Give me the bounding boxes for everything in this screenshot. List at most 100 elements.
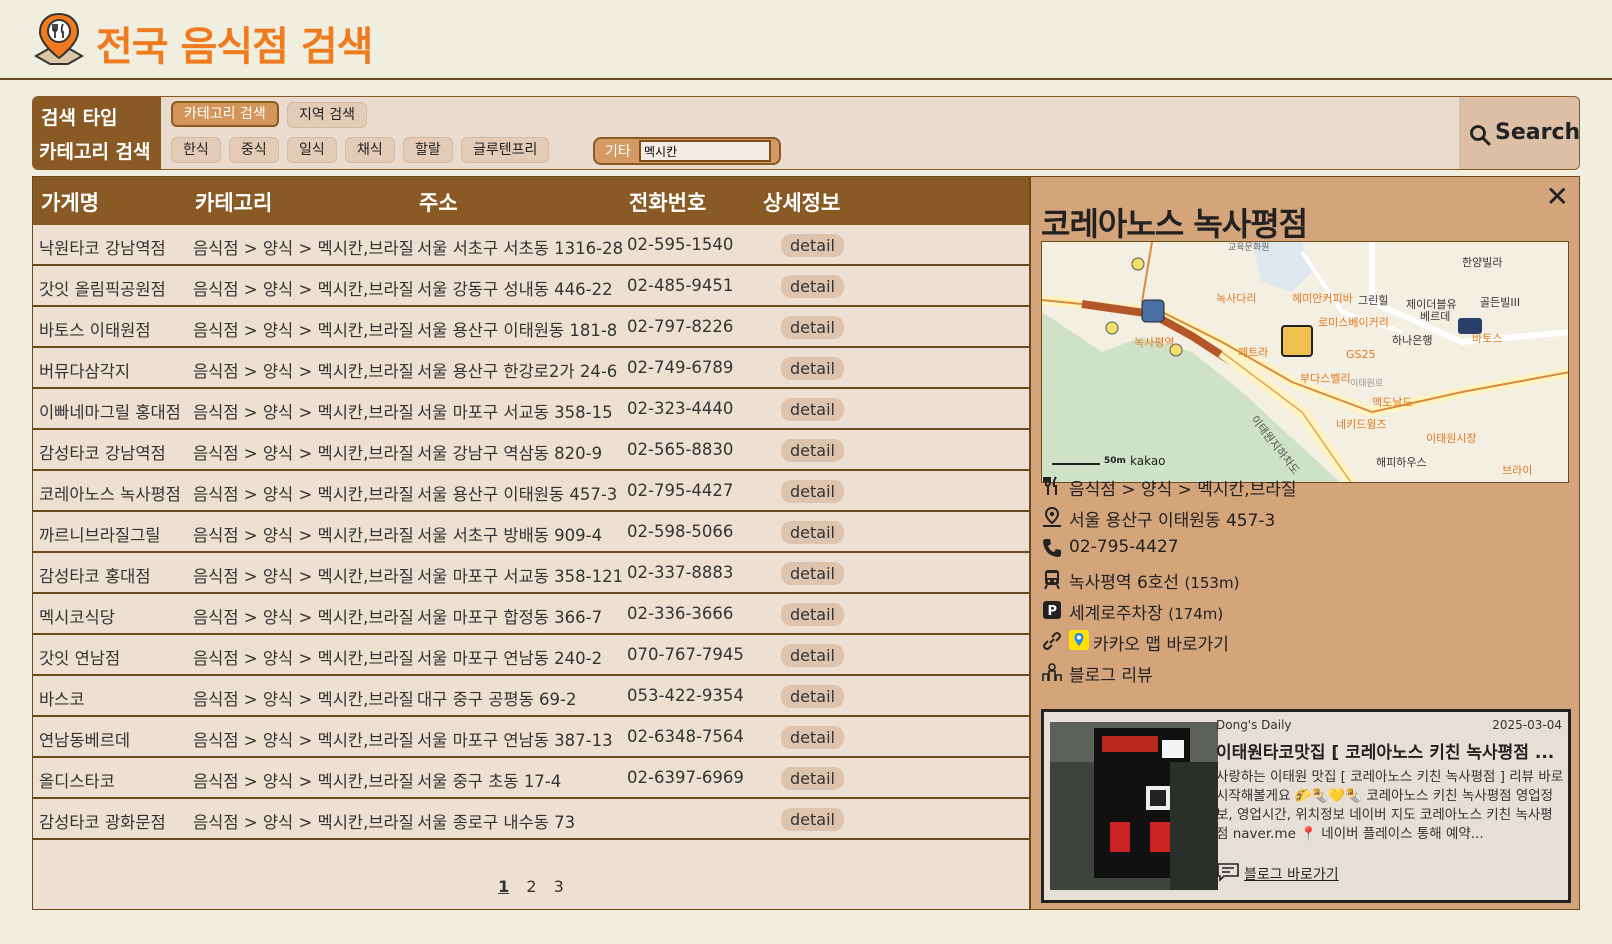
cell-category: 음식점 > 양식 > 멕시칸,브라질 xyxy=(193,362,414,381)
cell-name: 갓잇 연남점 xyxy=(39,649,121,668)
page-link-3[interactable]: 3 xyxy=(554,877,564,896)
parking-icon: P xyxy=(1043,601,1061,619)
page-link-2[interactable]: 2 xyxy=(526,877,536,896)
cell-phone: 053-422-9354 xyxy=(627,686,744,705)
table-row[interactable]: 버뮤다삼각지 음식점 > 양식 > 멕시칸,브라질 서울 용산구 한강로2가 24-… xyxy=(33,348,1029,389)
map-graphic xyxy=(1042,242,1568,482)
tab-category-search[interactable]: 카테고리 검색 xyxy=(171,101,279,127)
table-row[interactable]: 갓잇 연남점 음식점 > 양식 > 멕시칸,브라질 서울 마포구 연남동 240-2… xyxy=(33,635,1029,676)
cell-address: 서울 마포구 서교동 358-15 xyxy=(417,403,613,422)
phone-text: 02-795-4427 xyxy=(1069,537,1179,557)
detail-button[interactable]: detail xyxy=(781,357,844,380)
cell-address: 서울 마포구 서교동 358-121 xyxy=(417,567,624,586)
search-button[interactable]: Search xyxy=(1459,97,1580,169)
cell-phone: 02-749-6789 xyxy=(627,358,734,377)
cell-category: 음식점 > 양식 > 멕시칸,브라질 xyxy=(193,526,414,545)
cell-phone: 02-485-9451 xyxy=(627,276,734,295)
cell-category: 음식점 > 양식 > 멕시칸,브라질 xyxy=(193,280,414,299)
blog-link-icon xyxy=(1217,863,1239,882)
detail-button[interactable]: detail xyxy=(781,603,844,626)
kakao-map[interactable]: 한양빌라 녹사다리 헤미안커피바 그린힐 제이더블유 베르데 골든빌III 로미… xyxy=(1041,241,1569,483)
category-chinese-button[interactable]: 중식 xyxy=(229,137,279,163)
table-row[interactable]: 연남동베르데 음식점 > 양식 > 멕시칸,브라질 서울 마포구 연남동 387-1… xyxy=(33,717,1029,758)
table-row[interactable]: 코레아노스 녹사평점 음식점 > 양식 > 멕시칸,브라질 서울 용산구 이태원동 … xyxy=(33,471,1029,512)
detail-button[interactable]: detail xyxy=(781,726,844,749)
detail-button[interactable]: detail xyxy=(781,644,844,667)
close-button[interactable]: ✕ xyxy=(1546,183,1569,211)
blog-card[interactable]: Dong's Daily 2025-03-04 이태원타코맛집 [ 코레아노스 … xyxy=(1041,709,1571,903)
category-glutenfree-button[interactable]: 글루텐프리 xyxy=(461,137,550,163)
cell-phone: 070-767-7945 xyxy=(627,645,744,664)
cell-address: 서울 용산구 이태원동 181-8 xyxy=(417,321,618,340)
map-label: 베르데 xyxy=(1420,310,1451,323)
cell-address: 서울 용산구 이태원동 457-3 xyxy=(417,485,618,504)
table-row[interactable]: 올디스타코 음식점 > 양식 > 멕시칸,브라질 서울 중구 초동 17-4 02-6… xyxy=(33,758,1029,799)
table-row[interactable]: 바스코 음식점 > 양식 > 멕시칸,브라질 대구 중구 공평동 69-2 053-4… xyxy=(33,676,1029,717)
table-row[interactable]: 이빠네마그릴 홍대점 음식점 > 양식 > 멕시칸,브라질 서울 마포구 서교동 3… xyxy=(33,389,1029,430)
blog-link[interactable]: 블로그 바로가기 xyxy=(1244,864,1339,884)
table-row[interactable]: 바토스 이태원점 음식점 > 양식 > 멕시칸,브라질 서울 용산구 이태원동 18… xyxy=(33,307,1029,348)
pagination: 1 2 3 xyxy=(33,877,1029,896)
map-label: 해피하우스 xyxy=(1376,456,1427,469)
cell-category: 음식점 > 양식 > 멕시칸,브라질 xyxy=(193,731,414,750)
cell-category: 음식점 > 양식 > 멕시칸,브라질 xyxy=(193,321,414,340)
svg-text:P: P xyxy=(1048,604,1058,619)
detail-button[interactable]: detail xyxy=(781,316,844,339)
map-label: 부다스벨리 xyxy=(1300,372,1351,385)
detail-button[interactable]: detail xyxy=(781,439,844,462)
cell-name: 갓잇 올림픽공원점 xyxy=(39,280,166,299)
map-label: 한양빌라 xyxy=(1462,256,1503,269)
cell-name: 버뮤다삼각지 xyxy=(39,362,131,381)
map-label: 페트라 xyxy=(1238,346,1269,359)
tab-region-search[interactable]: 지역 검색 xyxy=(287,102,367,128)
category-japanese-button[interactable]: 일식 xyxy=(287,137,337,163)
category-text: 음식점 > 양식 > 멕시칸,브라질 xyxy=(1069,480,1297,500)
kakao-map-icon xyxy=(1069,630,1089,650)
table-row[interactable]: 낙원타코 강남역점 음식점 > 양식 > 멕시칸,브라질 서울 서초구 서초동 13… xyxy=(33,225,1029,266)
cell-phone: 02-6348-7564 xyxy=(627,727,744,746)
blog-thumbnail-graphic xyxy=(1050,722,1218,890)
cell-name: 멕시코식당 xyxy=(39,608,115,627)
category-other-group: 기타 xyxy=(593,137,781,165)
cell-phone: 02-795-4427 xyxy=(627,481,734,500)
detail-button[interactable]: detail xyxy=(781,398,844,421)
blog-description: 사랑하는 이태원 맛집 [ 코레아노스 키친 녹사평점 ] 리뷰 바로 시작해볼… xyxy=(1216,769,1564,842)
cell-category: 음식점 > 양식 > 멕시칸,브라질 xyxy=(193,239,414,258)
detail-button[interactable]: detail xyxy=(781,480,844,503)
detail-button[interactable]: detail xyxy=(781,234,844,257)
detail-button[interactable]: detail xyxy=(781,808,844,831)
category-search-label: 카테고리 검색 xyxy=(39,141,151,163)
detail-button[interactable]: detail xyxy=(781,562,844,585)
cell-address: 서울 마포구 연남동 240-2 xyxy=(417,649,603,668)
map-label: 그린힐 xyxy=(1358,294,1389,307)
blog-title[interactable]: 이태원타코맛집 [ 코레아노스 키친 녹사평점 ... xyxy=(1216,738,1564,763)
category-vegetarian-button[interactable]: 채식 xyxy=(345,137,395,163)
detail-button[interactable]: detail xyxy=(781,521,844,544)
cell-category: 음식점 > 양식 > 멕시칸,브라질 xyxy=(193,485,414,504)
cell-category: 음식점 > 양식 > 멕시칸,브라질 xyxy=(193,403,414,422)
cell-phone: 02-598-5066 xyxy=(627,522,734,541)
cell-phone: 02-323-4440 xyxy=(627,399,734,418)
kakao-link-text[interactable]: 카카오 맵 바로가기 xyxy=(1093,630,1229,655)
cell-name: 바스코 xyxy=(39,690,85,709)
search-labels: 검색 타입 카테고리 검색 xyxy=(33,97,161,169)
map-label: 맥도날드 xyxy=(1372,396,1413,409)
page-link-1[interactable]: 1 xyxy=(498,877,509,896)
category-halal-button[interactable]: 할랄 xyxy=(403,137,453,163)
category-korean-button[interactable]: 한식 xyxy=(171,137,221,163)
category-other-input[interactable] xyxy=(639,140,771,162)
table-row[interactable]: 감성타코 강남역점 음식점 > 양식 > 멕시칸,브라질 서울 강남구 역삼동 82… xyxy=(33,430,1029,471)
detail-button[interactable]: detail xyxy=(781,767,844,790)
cell-phone: 02-565-8830 xyxy=(627,440,734,459)
table-row[interactable]: 까르니브라질그릴 음식점 > 양식 > 멕시칸,브라질 서울 서초구 방배동 909… xyxy=(33,512,1029,553)
table-row[interactable]: 멕시코식당 음식점 > 양식 > 멕시칸,브라질 서울 마포구 합정동 366-7 0… xyxy=(33,594,1029,635)
table-row[interactable]: 갓잇 올림픽공원점 음식점 > 양식 > 멕시칸,브라질 서울 강동구 성내동 44… xyxy=(33,266,1029,307)
detail-button[interactable]: detail xyxy=(781,685,844,708)
location-pin-icon xyxy=(1043,506,1061,527)
table-row[interactable]: 감성타코 광화문점 음식점 > 양식 > 멕시칸,브라질 서울 종로구 내수동 73… xyxy=(33,799,1029,840)
cell-name: 감성타코 홍대점 xyxy=(39,567,151,586)
search-button-label: Search xyxy=(1495,120,1580,145)
table-row[interactable]: 감성타코 홍대점 음식점 > 양식 > 멕시칸,브라질 서울 마포구 서교동 358… xyxy=(33,553,1029,594)
detail-button[interactable]: detail xyxy=(781,275,844,298)
map-label: 로미스베이커리 xyxy=(1318,316,1389,329)
